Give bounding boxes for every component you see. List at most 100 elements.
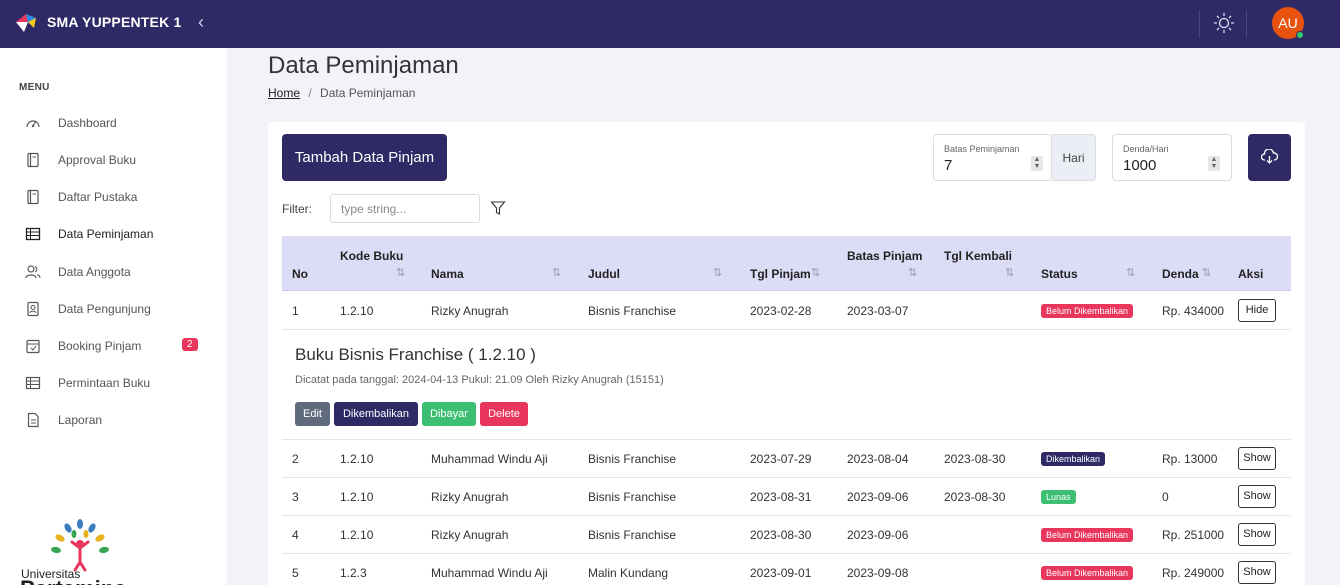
school-logo-icon xyxy=(16,14,36,32)
breadcrumb-current: Data Peminjaman xyxy=(320,86,416,100)
column-header-kode-buku[interactable]: Kode Buku xyxy=(340,249,403,263)
sidebar-item-dashboard[interactable]: Dashboard xyxy=(0,108,227,138)
book-icon xyxy=(27,189,39,205)
cell-kembali: 2023-08-30 xyxy=(944,452,1006,466)
sidebar-item-daftar-pustaka[interactable]: Daftar Pustaka xyxy=(0,182,227,212)
show-detail-button[interactable]: Show xyxy=(1238,523,1276,546)
users-icon xyxy=(25,265,41,279)
cell-no: 2 xyxy=(292,452,299,466)
sort-arrows-icon[interactable]: ⇅ xyxy=(552,266,561,279)
download-button[interactable] xyxy=(1248,134,1291,181)
show-detail-button[interactable]: Show xyxy=(1238,485,1276,508)
loan-limit-input[interactable]: Batas Peminjaman 7 ▲ ▼ xyxy=(933,134,1052,181)
column-header-tgl-pinjam[interactable]: Tgl Pinjam xyxy=(750,267,811,281)
divider xyxy=(1199,10,1200,38)
cell-kode: 1.2.10 xyxy=(340,490,374,504)
cell-no: 5 xyxy=(292,566,299,580)
loan-limit-label: Batas Peminjaman xyxy=(944,144,1020,154)
sidebar-item-label: Data Anggota xyxy=(58,265,131,279)
sidebar-item-label: Booking Pinjam xyxy=(58,339,142,353)
status-badge: Belum Dikembalikan xyxy=(1041,528,1134,542)
show-detail-button[interactable]: Show xyxy=(1238,561,1276,584)
cell-judul: Malin Kundang xyxy=(588,566,669,580)
column-header-denda[interactable]: Denda xyxy=(1162,267,1199,281)
document-icon xyxy=(27,412,39,428)
sidebar-item-data-peminjaman[interactable]: Data Peminjaman xyxy=(0,219,227,249)
sidebar-item-booking-pinjam[interactable]: Booking Pinjam 2 xyxy=(0,331,227,361)
sort-arrows-icon[interactable]: ⇅ xyxy=(713,266,722,279)
show-detail-button[interactable]: Show xyxy=(1238,447,1276,470)
column-header-no: No xyxy=(292,267,308,281)
edit-button[interactable]: Edit xyxy=(295,402,330,426)
cell-judul: Bisnis Franchise xyxy=(588,304,677,318)
sidebar-collapse-chevron-icon[interactable]: ‹ xyxy=(198,12,204,33)
sort-arrows-icon[interactable]: ⇅ xyxy=(908,266,917,279)
column-header-tgl-kembali[interactable]: Tgl Kembali xyxy=(944,249,1012,263)
cell-batas: 2023-09-06 xyxy=(847,528,909,542)
status-badge: Lunas xyxy=(1041,490,1076,504)
hide-detail-button[interactable]: Hide xyxy=(1238,299,1276,322)
top-navbar: SMA YUPPENTEK 1 ‹ AU xyxy=(0,0,1340,48)
sidebar-item-label: Data Pengunjung xyxy=(58,302,151,316)
breadcrumb: Home / Data Peminjaman xyxy=(268,86,415,100)
filter-funnel-icon[interactable] xyxy=(490,200,506,216)
breadcrumb-home-link[interactable]: Home xyxy=(268,86,300,100)
cell-denda: Rp. 249000 xyxy=(1162,566,1225,580)
breadcrumb-separator: / xyxy=(308,86,312,100)
cell-tgl-pinjam: 2023-08-30 xyxy=(750,528,812,542)
sort-arrows-icon[interactable]: ⇅ xyxy=(811,266,820,279)
menu-title: MENU xyxy=(19,82,50,93)
cell-kode: 1.2.10 xyxy=(340,528,374,542)
stepper-arrows-icon[interactable]: ▲ ▼ xyxy=(1031,156,1043,171)
returned-button[interactable]: Dikembalikan xyxy=(334,402,418,426)
sort-arrows-icon[interactable]: ⇅ xyxy=(1202,266,1211,279)
sidebar-item-data-anggota[interactable]: Data Anggota xyxy=(0,257,227,287)
column-header-judul[interactable]: Judul xyxy=(588,267,620,281)
cell-denda: 0 xyxy=(1162,490,1169,504)
divider xyxy=(1246,10,1247,38)
sort-arrows-icon[interactable]: ⇅ xyxy=(1126,266,1135,279)
column-header-nama[interactable]: Nama xyxy=(431,267,464,281)
cell-judul: Bisnis Franchise xyxy=(588,528,677,542)
cell-nama: Rizky Anugrah xyxy=(431,490,509,504)
table-row: 3 1.2.10 Rizky Anugrah Bisnis Franchise … xyxy=(282,478,1291,516)
table-icon xyxy=(25,227,41,241)
loan-detail-panel: Buku Bisnis Franchise ( 1.2.10 ) Dicatat… xyxy=(282,330,1291,440)
sidebar-item-label: Dashboard xyxy=(58,116,117,130)
cell-judul: Bisnis Franchise xyxy=(588,490,677,504)
status-badge: Belum Dikembalikan xyxy=(1041,304,1134,318)
sidebar-item-label: Daftar Pustaka xyxy=(58,190,138,204)
delete-button[interactable]: Delete xyxy=(480,402,528,426)
cell-kode: 1.2.10 xyxy=(340,304,374,318)
sort-arrows-icon[interactable]: ⇅ xyxy=(396,266,405,279)
paid-button[interactable]: Dibayar xyxy=(422,402,476,426)
cell-nama: Rizky Anugrah xyxy=(431,304,509,318)
sun-icon[interactable] xyxy=(1213,12,1235,34)
cell-nama: Muhammad Windu Aji xyxy=(431,452,548,466)
fine-per-day-input[interactable]: Denda/Hari 1000 ▲ ▼ xyxy=(1112,134,1232,181)
table-header: No Kode Buku ⇅ Nama ⇅ Judul ⇅ Tgl Pinjam… xyxy=(282,236,1291,291)
cell-no: 4 xyxy=(292,528,299,542)
status-badge: Dikembalikan xyxy=(1041,452,1106,466)
sidebar-item-laporan[interactable]: Laporan xyxy=(0,405,227,435)
sidebar-item-approval-buku[interactable]: Approval Buku xyxy=(0,145,227,175)
cell-batas: 2023-03-07 xyxy=(847,304,909,318)
filter-input[interactable] xyxy=(330,194,480,223)
cell-judul: Bisnis Franchise xyxy=(588,452,677,466)
detail-title: Buku Bisnis Franchise ( 1.2.10 ) xyxy=(295,345,536,364)
sidebar-item-data-pengunjung[interactable]: Data Pengunjung xyxy=(0,294,227,324)
sidebar-item-label: Data Peminjaman xyxy=(58,227,154,241)
cell-kode: 1.2.3 xyxy=(340,566,367,580)
booking-count-badge: 2 xyxy=(182,338,198,351)
cell-tgl-pinjam: 2023-02-28 xyxy=(750,304,812,318)
cell-no: 1 xyxy=(292,304,299,318)
cell-tgl-pinjam: 2023-08-31 xyxy=(750,490,812,504)
column-header-batas-pinjam[interactable]: Batas Pinjam xyxy=(847,249,922,263)
sidebar-item-permintaan-buku[interactable]: Permintaan Buku xyxy=(0,368,227,398)
column-header-status[interactable]: Status xyxy=(1041,267,1078,281)
detail-meta: Dicatat pada tanggal: 2024-04-13 Pukul: … xyxy=(295,374,664,386)
stepper-arrows-icon[interactable]: ▲ ▼ xyxy=(1208,156,1220,171)
fine-per-day-label: Denda/Hari xyxy=(1123,144,1169,154)
add-loan-button[interactable]: Tambah Data Pinjam xyxy=(282,134,447,181)
sort-arrows-icon[interactable]: ⇅ xyxy=(1005,266,1014,279)
